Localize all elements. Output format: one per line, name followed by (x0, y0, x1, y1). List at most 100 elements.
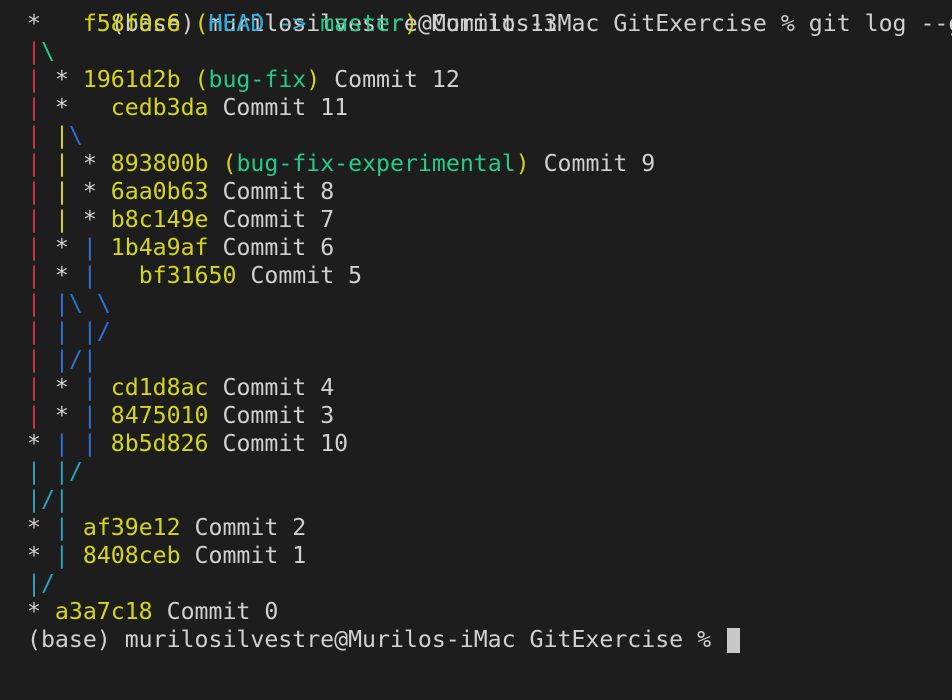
git-log-segment-graph-blue: | (82, 402, 97, 429)
git-log-segment-graph-blue: \ (68, 122, 83, 149)
git-log-segment-text: * (40, 374, 83, 401)
git-log-segment-graph-blue: |\ \ (54, 290, 111, 317)
git-log-segment-text: * (40, 66, 83, 93)
git-log-segment-graph-yellow: | (54, 122, 69, 149)
git-log-segment-text: * (68, 178, 111, 205)
git-log-segment-text: Commit 0 (152, 598, 279, 625)
git-log-segment-text: Commit 11 (208, 94, 349, 121)
git-log-line: * a3a7c18 Commit 0 (27, 598, 952, 626)
git-log-segment-graph-blue: |/| (54, 346, 97, 373)
git-log-segment-graph-cyan: |/| (27, 486, 69, 513)
git-log-segment-hash: ( (194, 66, 209, 93)
git-log-segment-text (97, 374, 111, 401)
git-log-line: | | |/ (27, 318, 952, 346)
git-log-line: | |/| (27, 346, 952, 374)
git-log-line: |/ (27, 570, 952, 598)
git-log-segment-graph-red: | (27, 150, 41, 177)
git-log-segment-text: Commit 7 (208, 206, 335, 233)
git-log-line: | * | bf31650 Commit 5 (27, 262, 952, 290)
prompt-line[interactable]: (base) murilosilvestre@Murilos-iMac GitE… (27, 626, 952, 654)
git-log-segment-graph-cyan: | (54, 514, 69, 541)
git-log-segment-hash: b8c149e (110, 206, 209, 233)
git-log-segment-graph-red: | (27, 66, 41, 93)
git-log-segment-text (69, 430, 83, 457)
git-log-segment-text: * (27, 514, 55, 541)
git-log-segment-branch: master (320, 10, 404, 37)
git-log-segment-text (41, 150, 55, 177)
git-log-segment-head: HEAD -> (208, 10, 321, 37)
git-log-segment-text: * (40, 402, 83, 429)
git-log-segment-text: Commit 8 (208, 178, 335, 205)
git-log-segment-text: * (27, 430, 55, 457)
terminal-output: (base) murilosilvestre@Murilos-iMac GitE… (27, 0, 952, 654)
git-log-segment-hash: 1961d2b (82, 66, 195, 93)
git-log-line: * | 8408ceb Commit 1 (27, 542, 952, 570)
git-log-segment-text (69, 542, 83, 569)
git-log-segment-graph-yellow: | (54, 206, 69, 233)
git-log-line: | |/ (27, 458, 952, 486)
git-log-segment-graph-blue: | |/ (54, 318, 111, 345)
git-log-segment-hash: 6aa0b63 (110, 178, 209, 205)
git-log-line: | * 1961d2b (bug-fix) Commit 12 (27, 66, 952, 94)
git-log-line: |/| (27, 486, 952, 514)
git-log-segment-text: * (40, 262, 83, 289)
git-log-segment-text (41, 290, 55, 317)
git-log-segment-hash: ) (306, 66, 321, 93)
git-log-segment-hash: ) (403, 10, 418, 37)
git-log-segment-text: * (68, 150, 111, 177)
git-log-segment-text: Commit 4 (208, 374, 335, 401)
git-log-segment-hash: f58f0c6 (82, 10, 195, 37)
git-log-segment-hash: cedb3da (110, 94, 209, 121)
git-log-line: * | | 8b5d826 Commit 10 (27, 430, 952, 458)
git-log-segment-graph-blue: | (82, 234, 97, 261)
git-log-graph: * f58f0c6 (HEAD -> master) Commit 13 |\ | … (27, 10, 952, 626)
git-log-segment-graph-red: | (27, 262, 41, 289)
git-log-segment-hash: af39e12 (82, 514, 181, 541)
git-log-segment-text: Commit 3 (208, 402, 335, 429)
git-log-segment-graph-blue: | (82, 262, 97, 289)
git-log-segment-text: * (40, 94, 111, 121)
git-log-segment-text (41, 206, 55, 233)
git-log-line: * | af39e12 Commit 2 (27, 514, 952, 542)
git-log-segment-hash: 8475010 (110, 402, 209, 429)
git-log-segment-text: * (40, 234, 83, 261)
git-log-segment-graph-red: | (27, 94, 41, 121)
git-log-line: | | * 893800b (bug-fix-experimental) Com… (27, 150, 952, 178)
git-log-line: | |\ \ (27, 290, 952, 318)
git-log-segment-graph-red: | (27, 206, 41, 233)
git-log-segment-hash: a3a7c18 (54, 598, 153, 625)
git-log-segment-text (41, 346, 55, 373)
git-log-segment-text (41, 122, 55, 149)
terminal-window[interactable]: (base) murilosilvestre@Murilos-iMac GitE… (0, 0, 952, 700)
git-log-segment-branch: bug-fix-experimental (236, 150, 516, 177)
git-log-segment-text (97, 262, 139, 289)
git-log-segment-text (97, 430, 111, 457)
git-log-segment-text: Commit 10 (208, 430, 349, 457)
git-log-segment-graph-yellow: | (54, 150, 69, 177)
git-log-segment-graph-red: | (27, 234, 41, 261)
git-log-segment-hash: ) (515, 150, 530, 177)
git-log-segment-hash: 1b4a9af (110, 234, 209, 261)
git-log-segment-text: Commit 9 (529, 150, 656, 177)
git-log-line: |\ (27, 38, 952, 66)
git-log-segment-text: Commit 6 (208, 234, 335, 261)
git-log-segment-text: * (27, 10, 83, 37)
git-log-segment-text (41, 178, 55, 205)
git-log-line: | | * 6aa0b63 Commit 8 (27, 178, 952, 206)
git-log-segment-text (41, 318, 55, 345)
git-log-segment-text (97, 234, 111, 261)
git-log-segment-text: Commit 13 (417, 10, 558, 37)
git-log-segment-text: Commit 5 (236, 262, 363, 289)
git-log-segment-branch: bug-fix (208, 66, 307, 93)
git-log-segment-graph-red: | (27, 122, 41, 149)
git-log-segment-text (69, 514, 83, 541)
git-log-segment-branch: \ (40, 38, 55, 65)
git-log-segment-text: Commit 2 (180, 514, 307, 541)
git-log-segment-text: Commit 12 (320, 66, 460, 93)
previous-command-line: (base) murilosilvestre@Murilos-iMac GitE… (27, 0, 952, 37)
git-log-segment-graph-blue: | (82, 430, 97, 457)
git-log-line: | * cedb3da Commit 11 (27, 94, 952, 122)
git-log-segment-text: * (27, 542, 55, 569)
git-log-segment-graph-blue: | (82, 374, 97, 401)
git-log-segment-hash: ( (194, 10, 209, 37)
